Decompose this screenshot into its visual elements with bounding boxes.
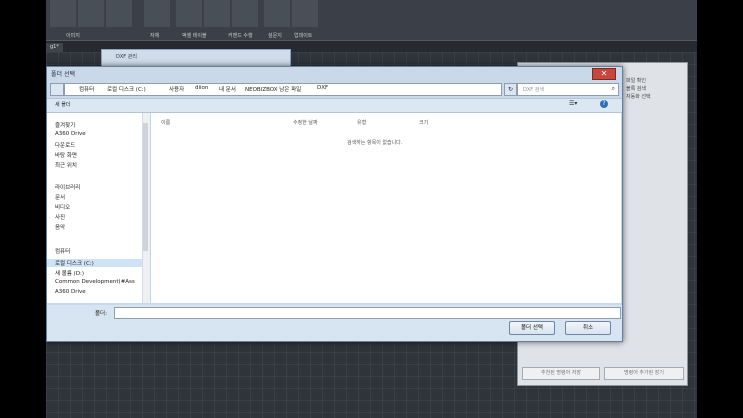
ribbon-button[interactable] <box>264 0 290 27</box>
view-options-icon[interactable]: ☰▾ <box>569 100 577 107</box>
ribbon-button[interactable] <box>50 0 76 27</box>
ribbon-button[interactable] <box>106 0 132 27</box>
column-header-name[interactable]: 이름 <box>161 119 170 126</box>
help-icon[interactable]: ? <box>600 100 608 108</box>
ribbon-button[interactable] <box>232 0 258 27</box>
empty-message: 검색하는 항목이 없습니다. <box>347 140 403 146</box>
nav-item[interactable]: 음악 <box>55 223 65 231</box>
select-folder-button[interactable]: 폴더 선택 <box>509 321 555 335</box>
column-header-date[interactable]: 수정한 날짜 <box>293 119 318 126</box>
nav-item[interactable]: 사진 <box>55 213 65 221</box>
nav-item[interactable]: Common Development(#Ass <box>55 279 135 285</box>
folder-dialog: 폴더 선택 ✕ 컴퓨터 로컬 디스크 (C:) 사용자 diion 내 문서 N… <box>46 66 623 342</box>
address-bar[interactable]: 컴퓨터 로컬 디스크 (C:) 사용자 diion 내 문서 NEOBIZBOX… <box>64 83 502 96</box>
dxf-window-title: DXF 관리 <box>116 54 137 60</box>
ribbon-button[interactable] <box>292 0 318 27</box>
nav-scroll-thumb[interactable] <box>143 123 148 251</box>
ribbon: 이미지 자체 액셀 테이블 커맨드 수행 설문지 업데이트 <box>46 0 697 41</box>
breadcrumb-item[interactable]: 컴퓨터 <box>79 85 94 93</box>
ribbon-label: 커맨드 수행 <box>228 33 253 39</box>
close-button[interactable]: ✕ <box>592 68 616 80</box>
breadcrumb-item[interactable]: NEOBIZBOX 남은 파일 <box>245 85 301 93</box>
ribbon-label: 설문지 <box>268 33 282 39</box>
ribbon-label: 자체 <box>150 33 160 39</box>
ribbon-button[interactable] <box>204 0 230 27</box>
breadcrumb-item[interactable]: 로컬 디스크 (C:) <box>107 85 146 93</box>
ribbon-label: 업데이트 <box>294 33 313 39</box>
search-placeholder: DXF 검색 <box>523 87 544 93</box>
ribbon-button[interactable] <box>144 0 170 27</box>
nav-item[interactable]: 비디오 <box>55 203 70 211</box>
ribbon-label: 액셀 테이블 <box>182 33 207 39</box>
breadcrumb-item[interactable]: 사용자 <box>169 85 184 93</box>
back-button[interactable] <box>50 83 64 96</box>
nav-item[interactable]: A360 Drive <box>55 131 86 137</box>
folder-label: 폴더: <box>95 311 107 317</box>
palette-save-button[interactable]: 추천된 명령어 저장 <box>522 367 600 380</box>
ribbon-label: 이미지 <box>66 33 80 39</box>
nav-item[interactable]: 바탕 화면 <box>55 151 77 159</box>
dialog-toolbar <box>47 98 622 113</box>
column-header-size[interactable]: 크기 <box>419 119 428 126</box>
nav-item-selected[interactable]: 로컬 디스크 (C:) <box>47 259 150 267</box>
search-icon: ⌕ <box>611 85 615 92</box>
breadcrumb-item[interactable]: DXF <box>317 85 328 91</box>
nav-item[interactable]: 최근 위치 <box>55 161 77 169</box>
nav-item[interactable]: 새 볼륨 (D:) <box>55 269 84 277</box>
nav-header-libraries[interactable]: 라이브러리 <box>55 183 80 191</box>
column-header-type[interactable]: 유형 <box>357 119 366 126</box>
palette-text: 자동화 선택 <box>626 94 651 100</box>
palette-text: 파일 확인 <box>626 78 646 84</box>
nav-header-computer[interactable]: 컴퓨터 <box>55 247 70 255</box>
breadcrumb-item[interactable]: diion <box>195 85 208 91</box>
nav-item[interactable]: A360 Drive <box>55 289 86 295</box>
document-tab[interactable]: g1* <box>46 43 63 52</box>
folder-input[interactable] <box>114 307 621 319</box>
new-folder-button[interactable]: 새 폴더 <box>55 101 70 108</box>
ribbon-button[interactable] <box>176 0 202 27</box>
nav-item[interactable]: 문서 <box>55 193 65 201</box>
dialog-title: 폴더 선택 <box>51 71 75 78</box>
refresh-icon[interactable]: ↻ <box>504 83 517 96</box>
nav-header-favorites[interactable]: 즐겨찾기 <box>55 121 75 129</box>
search-input[interactable]: DXF 검색 ⌕ <box>517 83 619 96</box>
ribbon-button[interactable] <box>78 0 104 27</box>
palette-text: 블록 검색 <box>626 86 646 92</box>
nav-item[interactable]: 다운로드 <box>55 141 75 149</box>
cancel-button[interactable]: 취소 <box>565 321 611 335</box>
navigation-pane: 즐겨찾기 A360 Drive 다운로드 바탕 화면 최근 위치 라이브러리 문… <box>47 113 151 303</box>
breadcrumb-item[interactable]: 내 문서 <box>219 85 236 93</box>
palette-add-button[interactable]: 명령어 추가된 장기 <box>604 367 684 380</box>
